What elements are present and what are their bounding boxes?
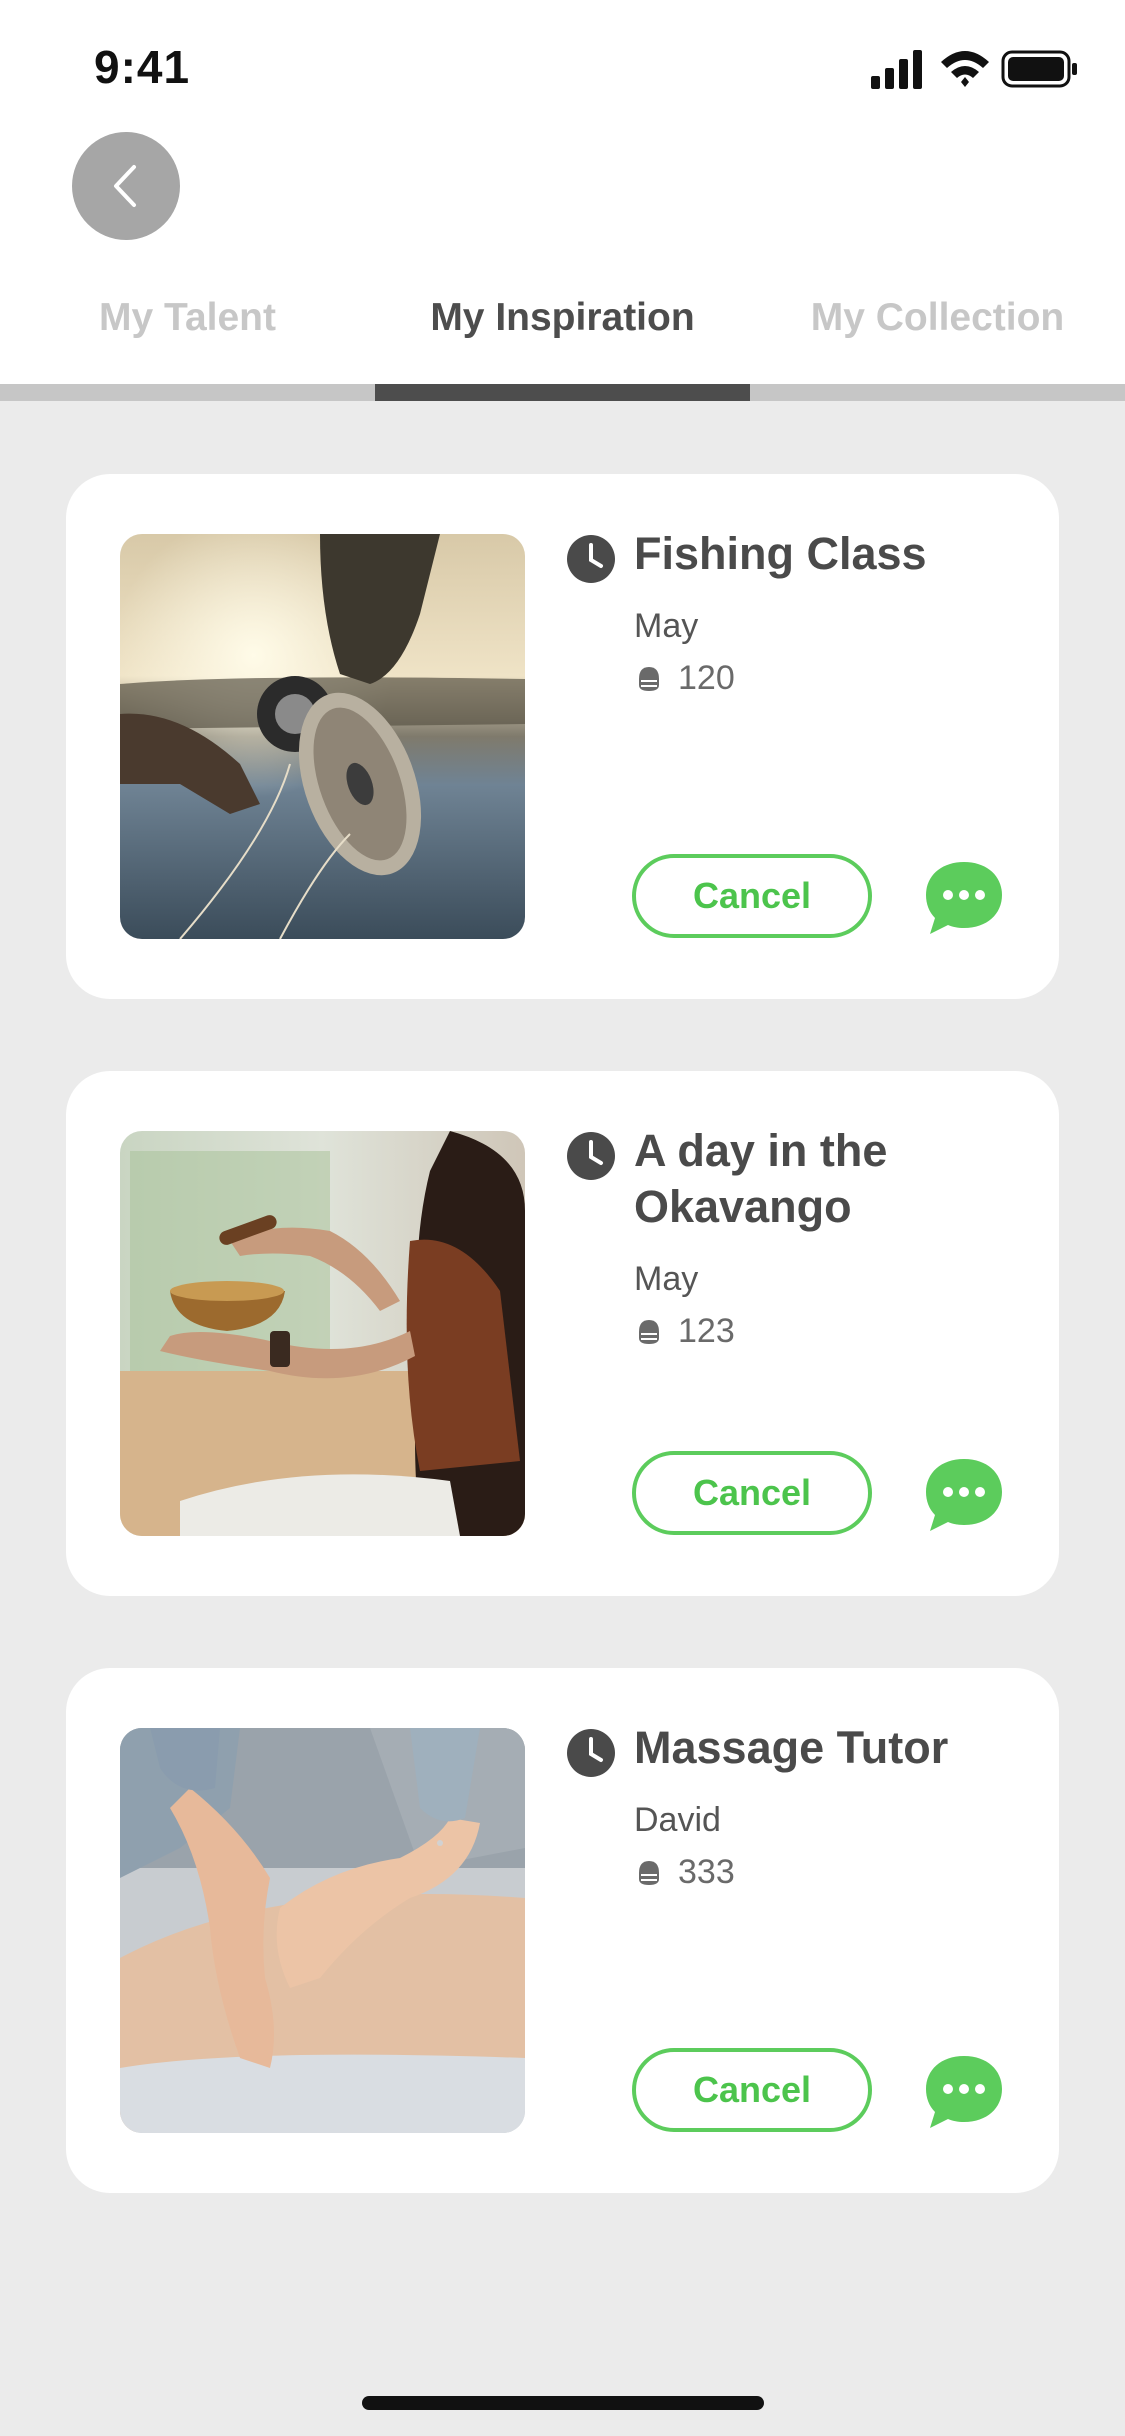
cancel-button[interactable]: Cancel [632, 1451, 872, 1535]
coin-stack-icon [639, 1861, 659, 1885]
card-subtitle: May [634, 607, 699, 645]
card-image-okavango [120, 1131, 525, 1536]
card-image-fishing [120, 534, 525, 939]
status-icons [871, 50, 1077, 89]
back-button[interactable] [72, 132, 180, 240]
price-value: 333 [678, 1853, 735, 1891]
tab-my-inspiration[interactable]: My Inspiration [375, 270, 750, 380]
coin-stack-icon [639, 1320, 659, 1344]
chat-bubble-icon[interactable] [924, 2054, 1004, 2130]
clock-icon [567, 1132, 615, 1180]
activity-card[interactable]: Massage Tutor David 333 Cancel [66, 1668, 1059, 2193]
cancel-button[interactable]: Cancel [632, 854, 872, 938]
chat-bubble-icon[interactable] [924, 860, 1004, 936]
clock-icon [567, 535, 615, 583]
tab-my-collection[interactable]: My Collection [750, 270, 1125, 380]
tab-my-talent[interactable]: My Talent [0, 270, 375, 380]
activity-card[interactable]: Fishing Class May 120 Cancel [66, 474, 1059, 999]
wifi-icon [941, 51, 989, 87]
chevron-left-icon [114, 165, 136, 207]
tab-active-indicator [375, 384, 750, 401]
card-title: Massage Tutor [634, 1722, 949, 1773]
chat-bubble-icon[interactable] [924, 1457, 1004, 1533]
card-title: Fishing Class [634, 528, 927, 579]
signal-icon [871, 50, 922, 89]
tab-bar: My Talent My Inspiration My Collection [0, 270, 1125, 380]
price-row: 120 [634, 658, 735, 698]
battery-icon [1001, 50, 1077, 88]
top-bar: 9:41 My Talent My Inspiration My Collect… [0, 0, 1125, 384]
price-value: 123 [678, 1312, 735, 1350]
coin-stack-icon [639, 667, 659, 691]
fly-fishing-reel-photo [120, 534, 525, 939]
card-subtitle: May [634, 1260, 699, 1298]
price-row: 333 [634, 1852, 735, 1892]
price-value: 120 [678, 659, 735, 697]
status-time: 9:41 [94, 41, 191, 93]
cancel-button[interactable]: Cancel [632, 2048, 872, 2132]
card-title: A day in the Okavango [634, 1125, 888, 1232]
massage-photo [120, 1728, 525, 2133]
price-row: 123 [634, 1311, 735, 1351]
home-indicator[interactable] [362, 2396, 764, 2410]
clock-icon [567, 1729, 615, 1777]
activity-card[interactable]: A day in the Okavango May 123 Cancel [66, 1071, 1059, 1596]
card-image-massage [120, 1728, 525, 2133]
status-bar: 9:41 [0, 0, 1125, 140]
singing-bowl-photo [120, 1131, 525, 1536]
card-subtitle: David [634, 1801, 721, 1839]
